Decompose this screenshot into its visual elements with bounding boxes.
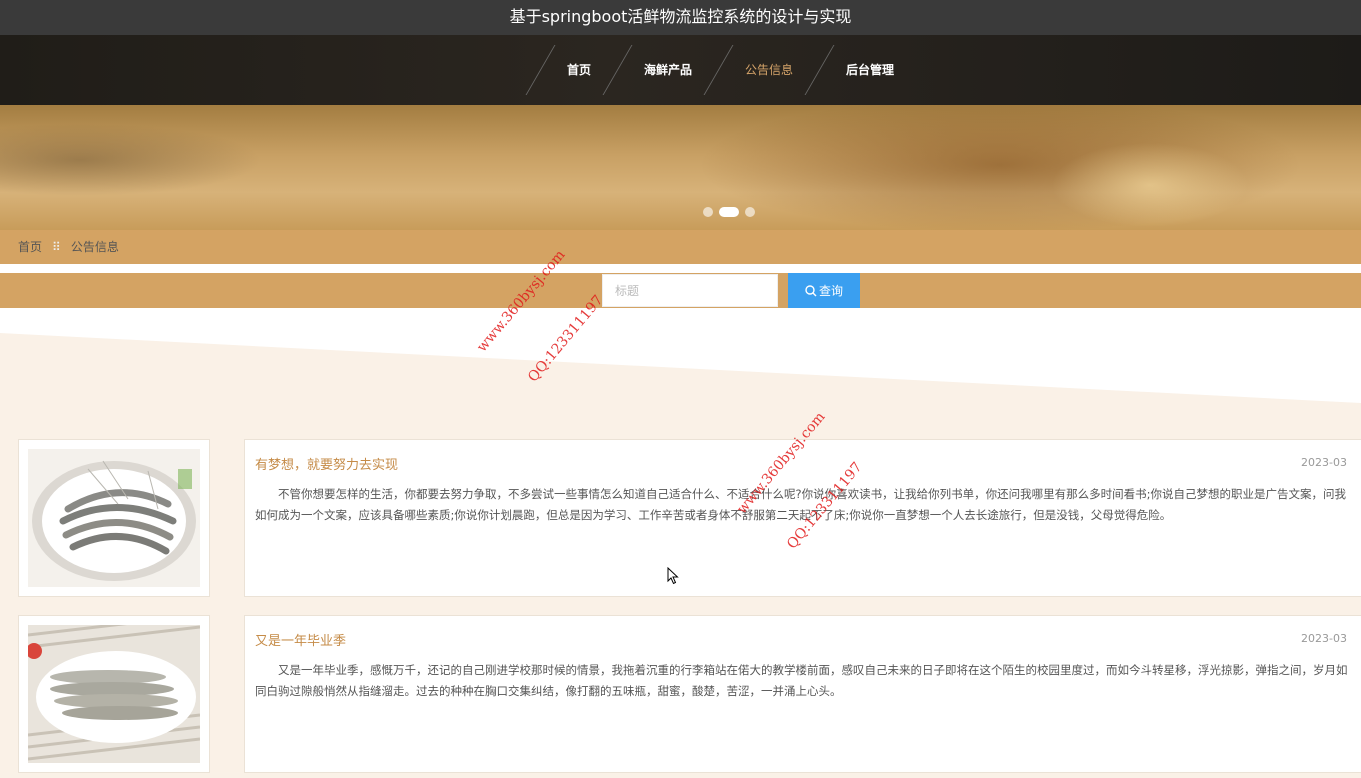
search-input[interactable] <box>602 274 778 307</box>
nav-item-home[interactable]: 首页 <box>541 35 617 105</box>
decorative-wedge <box>0 308 1361 403</box>
notice-body: 又是一年毕业季，感慨万千，还记的自己刚进学校那时候的情景，我拖着沉重的行李箱站在… <box>255 663 1348 698</box>
carousel-dot-2[interactable] <box>719 207 739 217</box>
notice-title[interactable]: 有梦想，就要努力去实现 <box>255 454 398 473</box>
fish-image <box>28 625 200 763</box>
notice-date: 2023-03 <box>1301 456 1347 469</box>
notice-image-frame[interactable] <box>18 439 210 597</box>
banner-carousel <box>0 105 1361 230</box>
breadcrumb: 首页 ⠿ 公告信息 <box>0 230 1361 264</box>
carousel-dot-3[interactable] <box>745 207 755 217</box>
search-icon <box>805 284 817 296</box>
nav-bar: 首页 海鲜产品 公告信息 后台管理 <box>0 35 1361 105</box>
notice-title[interactable]: 又是一年毕业季 <box>255 630 346 649</box>
search-button-label: 查询 <box>818 284 843 298</box>
breadcrumb-current: 公告信息 <box>70 240 119 254</box>
page: 基于springboot活鲜物流监控系统的设计与实现 首页 海鲜产品 公告信息 … <box>0 0 1361 778</box>
carousel-indicators <box>703 207 755 217</box>
nav-menu: 首页 海鲜产品 公告信息 后台管理 <box>525 35 920 105</box>
notice-body: 不管你想要怎样的生活，你都要去努力争取，不多尝试一些事情怎么知道自己适合什么、不… <box>255 487 1346 522</box>
notice-date: 2023-03 <box>1301 632 1347 645</box>
search-bar: 查询 <box>0 273 1361 308</box>
breadcrumb-home[interactable]: 首页 <box>18 240 42 254</box>
nav-item-admin[interactable]: 后台管理 <box>820 35 920 105</box>
notice-image-frame[interactable] <box>18 615 210 773</box>
app-title: 基于springboot活鲜物流监控系统的设计与实现 <box>0 0 1361 35</box>
notice-card[interactable]: 又是一年毕业季 2023-03 又是一年毕业季，感慨万千，还记的自己刚进学校那时… <box>244 615 1361 773</box>
shrimp-image <box>28 449 200 587</box>
search-button[interactable]: 查询 <box>788 273 860 308</box>
carousel-dot-1[interactable] <box>703 207 713 217</box>
notice-card[interactable]: 有梦想，就要努力去实现 2023-03 不管你想要怎样的生活，你都要去努力争取，… <box>244 439 1361 597</box>
breadcrumb-separator-icon: ⠿ <box>52 240 61 254</box>
